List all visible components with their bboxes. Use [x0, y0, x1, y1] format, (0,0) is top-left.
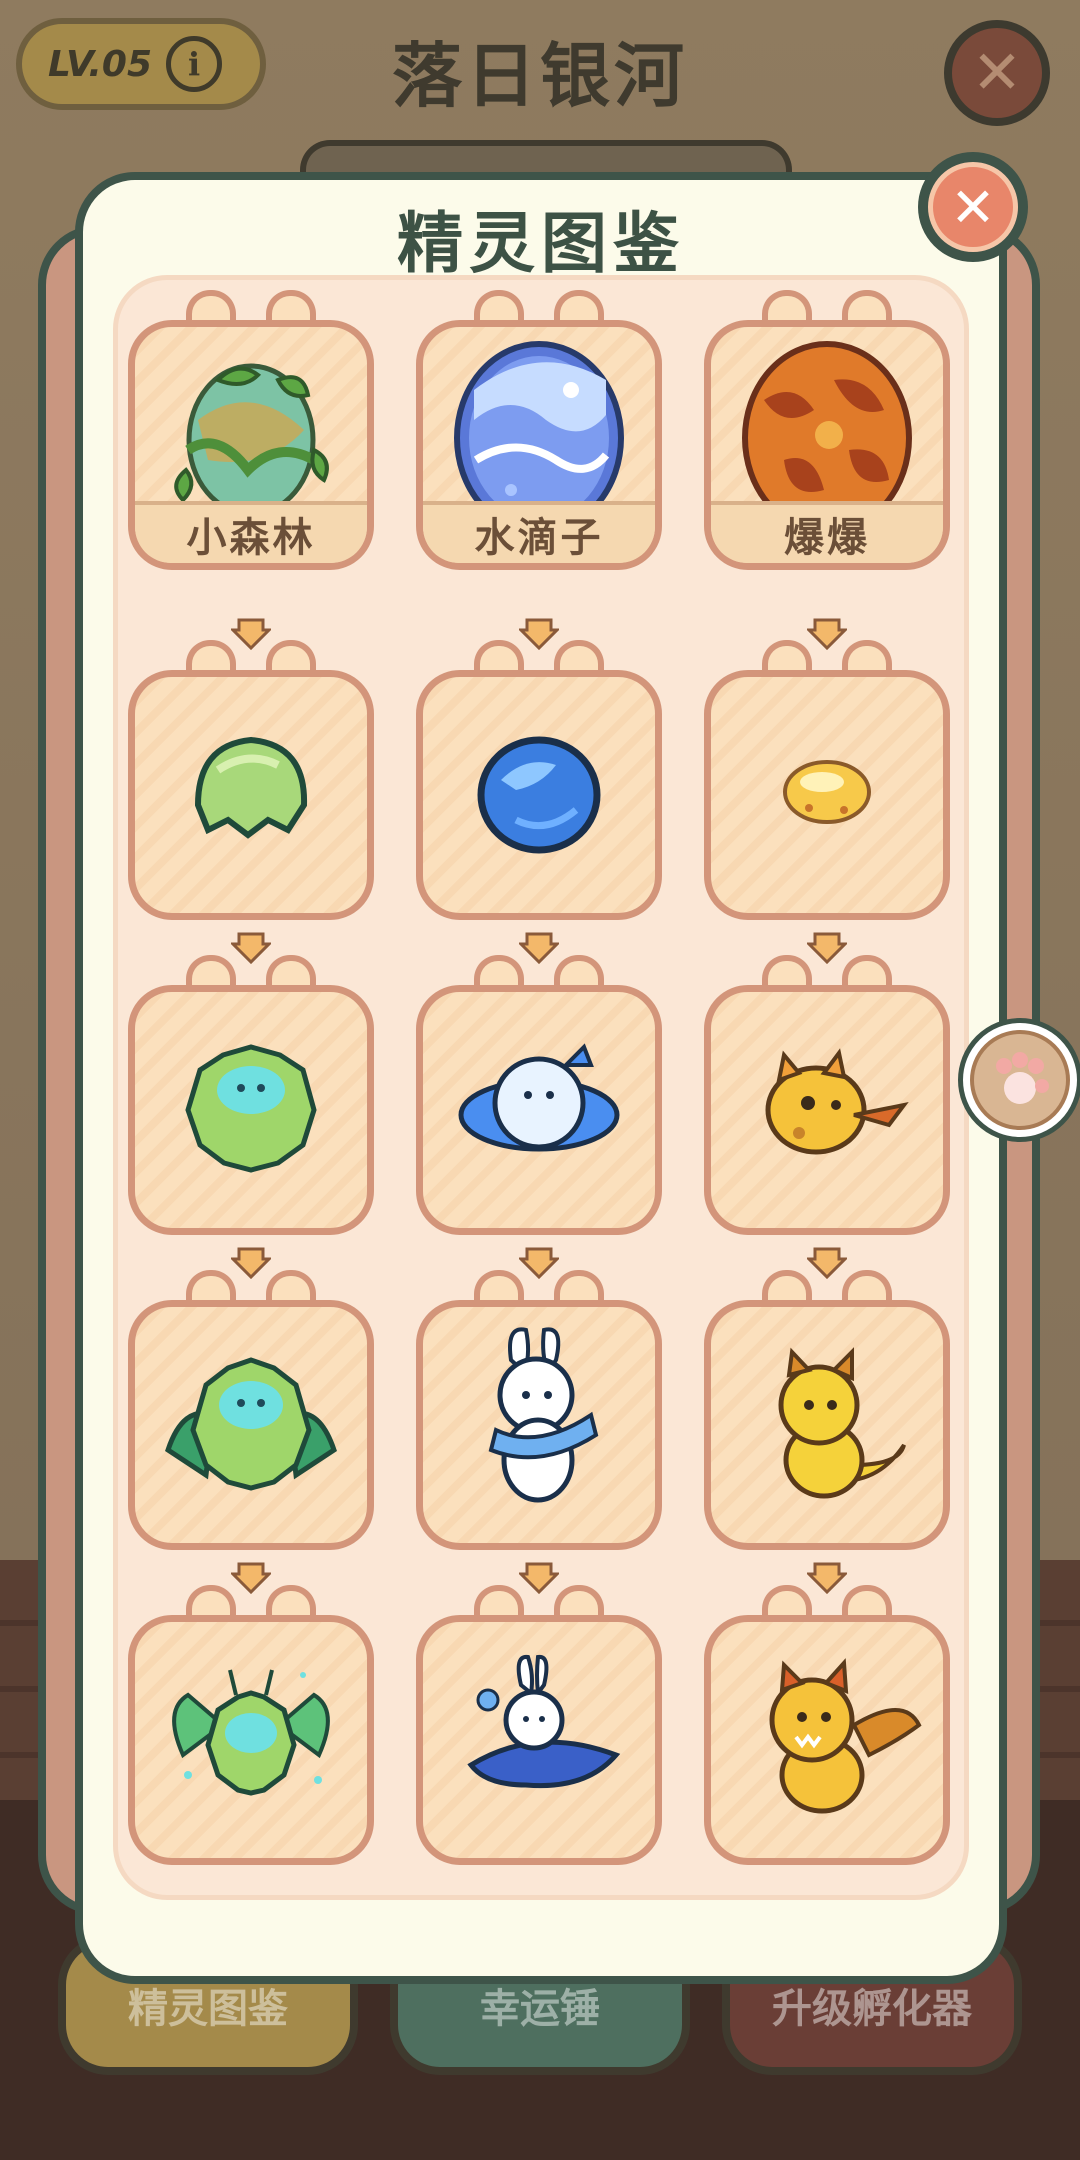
leaf-seed-icon — [194, 736, 308, 839]
card-ember-seed[interactable] — [704, 640, 950, 920]
card-ocean-bunny[interactable] — [416, 1585, 662, 1865]
arrow-down-icon — [807, 618, 847, 650]
card-water-egg[interactable]: 水滴子 — [416, 290, 662, 570]
card-lava-egg[interactable]: 爆爆 — [704, 290, 950, 570]
card-winged-dragon[interactable] — [704, 1585, 950, 1865]
baby-dragon-icon — [778, 1347, 906, 1499]
arrow-down-icon — [231, 932, 271, 964]
arrow-down-icon — [519, 1562, 559, 1594]
paw-side-button[interactable] — [958, 1018, 1080, 1142]
egg-name-label: 爆爆 — [711, 501, 943, 563]
arrow-down-icon — [807, 1562, 847, 1594]
arrow-down-icon — [231, 1247, 271, 1279]
background-close-button[interactable]: ✕ — [944, 20, 1050, 126]
bubble-blob-icon — [458, 1043, 620, 1152]
fluffy-sprite-icon — [185, 1044, 317, 1173]
card-winged-fluffy-sprite[interactable] — [128, 1270, 374, 1550]
arrow-down-icon — [807, 932, 847, 964]
bunny-sprite-icon — [488, 1327, 599, 1503]
winged-fluffy-sprite-icon — [165, 1357, 337, 1491]
arrow-down-icon — [519, 618, 559, 650]
card-fluffy-sprite[interactable] — [128, 955, 374, 1235]
modal-title: 精灵图鉴 — [397, 205, 685, 282]
fire-blob-icon — [765, 1048, 909, 1155]
ocean-bunny-icon — [467, 1654, 621, 1789]
egg-name-label: 小森林 — [135, 501, 367, 563]
scene-title: 落日银河 — [392, 35, 688, 117]
card-bubble-blob[interactable] — [416, 955, 662, 1235]
forest-fairy-icon — [172, 1669, 330, 1796]
close-icon: ✕ — [928, 162, 1018, 252]
card-water-drop[interactable] — [416, 640, 662, 920]
card-forest-egg[interactable]: 小森林 — [128, 290, 374, 570]
egg-name-label: 水滴子 — [423, 501, 655, 563]
modal-close-button[interactable]: ✕ — [918, 152, 1028, 262]
card-baby-dragon[interactable] — [704, 1270, 950, 1550]
card-bunny-sprite[interactable] — [416, 1270, 662, 1550]
arrow-down-icon — [231, 618, 271, 650]
card-leaf-seed[interactable] — [128, 640, 374, 920]
arrow-down-icon — [519, 932, 559, 964]
arrow-down-icon — [519, 1247, 559, 1279]
water-drop-icon — [477, 736, 601, 854]
winged-dragon-icon — [769, 1658, 922, 1814]
arrow-down-icon — [807, 1247, 847, 1279]
close-icon: ✕ — [971, 38, 1023, 108]
card-fire-blob[interactable] — [704, 955, 950, 1235]
paw-icon — [970, 1030, 1070, 1130]
ember-seed-icon — [783, 760, 871, 824]
card-forest-fairy[interactable] — [128, 1585, 374, 1865]
arrow-down-icon — [231, 1562, 271, 1594]
